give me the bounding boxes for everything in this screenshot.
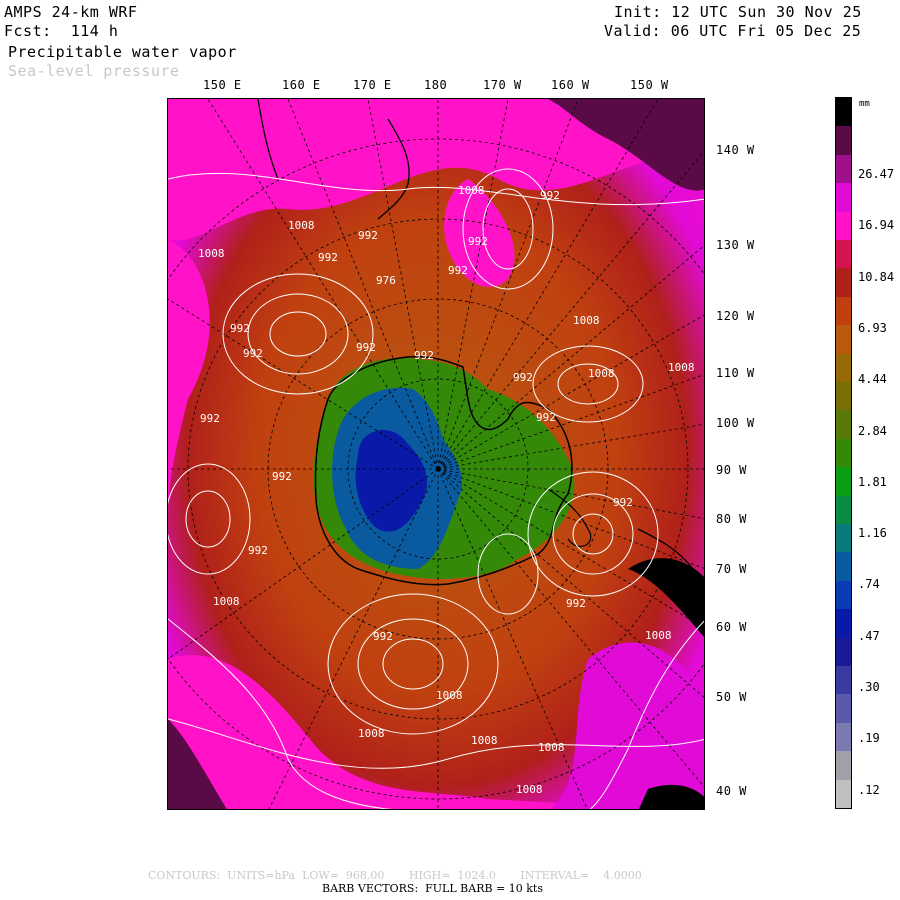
lon-label-40w: 40 W [716,784,747,798]
colorbar-segment [836,98,851,127]
colorbar-segment [836,580,851,610]
pressure-label: 1008 [573,314,600,327]
pressure-label: 1008 [588,367,615,380]
colorbar-label: 4.44 [858,372,887,387]
pressure-label: 1008 [645,629,672,642]
lon-label-90w: 90 W [716,463,747,477]
pressure-label: 1008 [288,219,315,232]
colorbar-segment [836,751,851,781]
colorbar-segment [836,438,851,468]
colorbar-segment [836,524,851,553]
colorbar-label: .30 [858,680,880,694]
barb-vectors-info: BARB VECTORS: FULL BARB = 10 kts [322,882,543,895]
pressure-label: 992 [243,347,263,360]
colorbar-segment [836,410,851,440]
pressure-label: 992 [200,412,220,425]
lon-label-160e: 160 E [282,78,321,92]
lon-label-140w: 140 W [716,143,755,157]
lon-label-80w: 80 W [716,512,747,526]
map-canvas: 1008 1008 1008 1008 1008 992 992 992 992… [168,99,704,809]
pressure-label: 1008 [471,734,498,747]
pressure-label: 992 [448,264,468,277]
lon-label-160w: 160 W [551,78,590,92]
pressure-label: 1008 [213,595,240,608]
colorbar-segment [836,353,851,383]
pressure-label: 992 [414,349,434,362]
colorbar-segment [836,666,851,695]
model-title: AMPS 24-km WRF [4,3,138,21]
colorbar-label: 10.84 [858,269,895,284]
colorbar [835,97,852,809]
pressure-label: 992 [540,189,560,202]
colorbar-label: 26.47 [858,167,895,181]
forecast-hour: Fcst: 114 h [4,22,119,40]
colorbar-segment [836,296,851,326]
colorbar-segment [836,268,851,298]
colorbar-segment [836,382,851,411]
colorbar-label: 2.84 [858,423,887,438]
colorbar-units: mm [859,99,870,109]
pressure-label: 976 [376,274,396,287]
pressure-label: 1008 [516,783,543,796]
pressure-label: 1008 [436,689,463,702]
pressure-label: 992 [373,630,393,643]
pressure-label: 1008 [668,361,695,374]
colorbar-label: .19 [858,731,880,746]
colorbar-segment [836,126,851,156]
colorbar-segment [836,495,851,525]
lon-label-170w: 170 W [483,78,522,92]
colorbar-segment [836,609,851,639]
colorbar-label: 16.94 [858,218,895,233]
pressure-label: 992 [468,235,488,248]
pressure-label: 992 [230,322,250,335]
colorbar-label: 1.16 [858,526,887,541]
lon-label-130w: 130 W [716,238,755,252]
pressure-label: 992 [318,251,338,264]
pressure-label: 1008 [198,247,225,260]
valid-time: Valid: 06 UTC Fri 05 Dec 25 [604,22,862,40]
lon-label-170e: 170 E [353,78,392,92]
colorbar-label: 1.81 [858,474,887,489]
colorbar-segment [836,552,851,582]
lon-label-150w: 150 W [630,78,669,92]
lon-label-110w: 110 W [716,366,755,380]
pressure-label: 992 [536,411,556,424]
lon-label-150e: 150 E [203,78,242,92]
colorbar-segment [836,183,851,213]
colorbar-segment [836,211,851,241]
colorbar-segment [836,467,851,497]
pressure-label: 992 [566,597,586,610]
colorbar-segment [836,779,851,809]
pressure-label: 992 [356,341,376,354]
lon-label-50w: 50 W [716,690,747,704]
overlay-title: Sea-level pressure [8,62,180,80]
contours-info: CONTOURS: UNITS=hPa LOW= 968.00 HIGH= 10… [148,869,642,882]
colorbar-segment [836,694,851,724]
lon-label-60w: 60 W [716,620,747,634]
colorbar-segment [836,154,851,184]
pressure-label: 1008 [358,727,385,740]
colorbar-segment [836,637,851,667]
pressure-label: 1008 [458,184,485,197]
init-time: Init: 12 UTC Sun 30 Nov 25 [614,3,862,21]
pressure-label: 992 [513,371,533,384]
pressure-label: 1008 [538,741,565,754]
pressure-label: 992 [358,229,378,242]
lon-label-100w: 100 W [716,416,755,430]
precipitable-water-map: 1008 1008 1008 1008 1008 992 992 992 992… [167,98,705,810]
colorbar-label: .12 [858,782,880,797]
colorbar-label: 6.93 [858,320,887,335]
lon-label-70w: 70 W [716,562,747,576]
lon-label-120w: 120 W [716,309,755,323]
field-title: Precipitable water vapor [8,43,237,61]
colorbar-label: .47 [858,628,880,643]
lon-label-180: 180 [424,78,448,92]
pressure-label: 992 [248,544,268,557]
pressure-label: 992 [613,496,633,509]
pressure-label: 992 [272,470,292,483]
colorbar-label: .74 [858,577,880,592]
colorbar-segment [836,722,851,752]
colorbar-segment [836,240,851,269]
colorbar-segment [836,325,851,355]
